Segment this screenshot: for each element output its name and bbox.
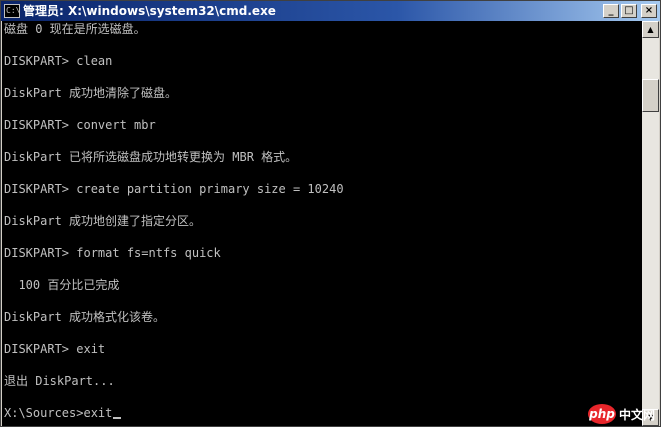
scroll-up-icon[interactable]: ▲ bbox=[642, 21, 659, 38]
cmd-window: C:\ 管理员: X:\windows\system32\cmd.exe _ □… bbox=[0, 0, 661, 427]
site-watermark: php 中文网 bbox=[587, 404, 655, 424]
title-buttons: _ □ × bbox=[603, 4, 657, 18]
console-line: DiskPart 已将所选磁盘成功地转更换为 MBR 格式。 bbox=[4, 150, 298, 164]
console-line: DISKPART> convert mbr bbox=[4, 118, 156, 132]
maximize-icon[interactable]: □ bbox=[621, 4, 637, 18]
watermark-text: 中文网 bbox=[618, 407, 655, 422]
console-app-icon[interactable]: C:\ bbox=[4, 4, 20, 18]
console-line: X:\Sources>exit bbox=[4, 405, 344, 421]
console-line: DISKPART> exit bbox=[4, 342, 106, 356]
php-logo: php bbox=[587, 404, 616, 424]
console-line: 退出 DiskPart... bbox=[4, 374, 115, 388]
console-line: DiskPart 成功地清除了磁盘。 bbox=[4, 86, 178, 100]
console-lines: 磁盘 0 现在是所选磁盘。 DISKPART> clean DiskPart 成功地… bbox=[4, 21, 344, 421]
console-line: 磁盘 0 现在是所选磁盘。 bbox=[4, 22, 146, 36]
text-cursor bbox=[113, 417, 122, 419]
scrollbar-thumb[interactable] bbox=[642, 78, 659, 113]
window-title: 管理员: X:\windows\system32\cmd.exe bbox=[23, 4, 276, 18]
console-line: DiskPart 成功格式化该卷。 bbox=[4, 310, 166, 324]
close-icon[interactable]: × bbox=[641, 4, 657, 18]
minimize-icon[interactable]: _ bbox=[603, 4, 619, 18]
title-bar[interactable]: C:\ 管理员: X:\windows\system32\cmd.exe _ □… bbox=[1, 1, 660, 21]
console-output[interactable]: 磁盘 0 现在是所选磁盘。 DISKPART> clean DiskPart 成功地… bbox=[2, 21, 642, 426]
console-line: 100 百分比已完成 bbox=[4, 278, 120, 292]
vertical-scrollbar[interactable]: ▲ ▼ bbox=[642, 21, 659, 426]
console-line: DISKPART> clean bbox=[4, 54, 113, 68]
console-line: DiskPart 成功地创建了指定分区。 bbox=[4, 214, 202, 228]
console-line: DISKPART> format fs=ntfs quick bbox=[4, 246, 221, 260]
console-line: DISKPART> create partition primary size … bbox=[4, 182, 344, 196]
